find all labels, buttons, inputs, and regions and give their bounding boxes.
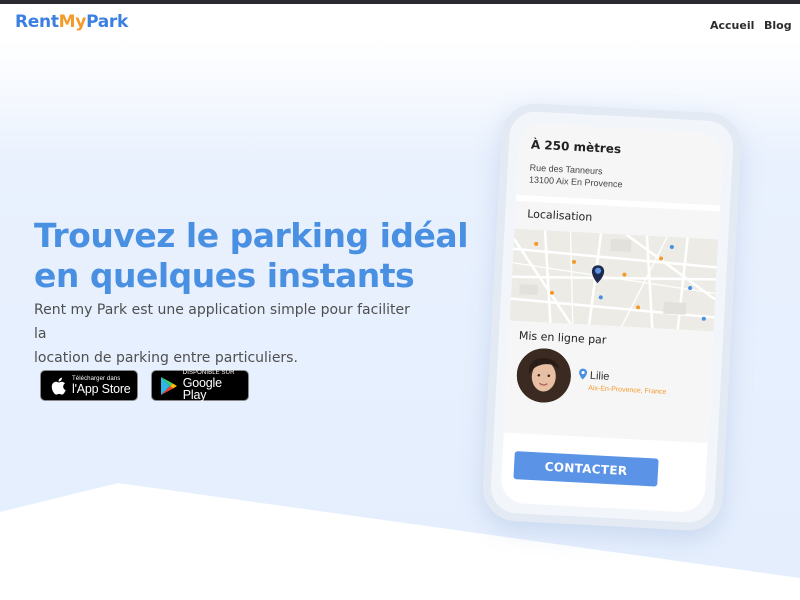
location-map[interactable] <box>509 228 719 332</box>
phone-mockup: À 250 mètres Rue des Tanneurs 13100 Aix … <box>481 102 743 532</box>
google-play-small-text: DISPONIBLE SUR <box>182 369 235 376</box>
apple-icon <box>47 375 69 397</box>
phone-screen: À 250 mètres Rue des Tanneurs 13100 Aix … <box>500 122 724 514</box>
app-store-button[interactable]: Télécharger dans l'App Store <box>40 370 138 401</box>
owner-name: Lilie <box>589 369 610 383</box>
app-store-big-text: l'App Store <box>72 381 131 396</box>
headline-line-2: en quelques instants <box>34 256 415 295</box>
distance-title: À 250 mètres <box>530 137 622 157</box>
location-pin-icon <box>578 366 588 384</box>
address-card: À 250 mètres Rue des Tanneurs 13100 Aix … <box>516 122 724 206</box>
brand-logo[interactable]: RentMyPark <box>15 12 128 32</box>
google-play-icon <box>158 375 180 397</box>
navbar: RentMyPark Accueil Blog <box>0 4 800 40</box>
owner-card: Mis en ligne par Lilie Aix-En-Provence, … <box>503 320 714 444</box>
app-store-small-text: Télécharger dans <box>72 375 121 382</box>
nav-link-accueil[interactable]: Accueil <box>710 19 754 32</box>
google-play-button[interactable]: DISPONIBLE SUR Google Play <box>151 370 249 401</box>
logo-part-park: Park <box>86 12 129 32</box>
owner-city: Aix-En-Provence, France <box>588 384 667 396</box>
hero-subtext: Rent my Park est une application simple … <box>34 298 414 370</box>
logo-part-my: My <box>58 12 87 32</box>
hero-section: Trouvez le parking idéal en quelques ins… <box>0 40 800 600</box>
logo-part-rent: Rent <box>15 12 59 32</box>
hero-headline: Trouvez le parking idéal en quelques ins… <box>34 216 474 296</box>
contact-button[interactable]: CONTACTER <box>513 451 659 487</box>
location-title: Localisation <box>526 207 593 224</box>
subtext-line-2: location de parking entre particuliers. <box>34 350 298 366</box>
owner-avatar <box>515 347 573 404</box>
headline-line-1: Trouvez le parking idéal <box>34 216 469 255</box>
nav-link-blog[interactable]: Blog <box>764 19 792 32</box>
subtext-line-1: Rent my Park est une application simple … <box>34 302 410 342</box>
google-play-big-text: Google Play <box>182 375 222 402</box>
